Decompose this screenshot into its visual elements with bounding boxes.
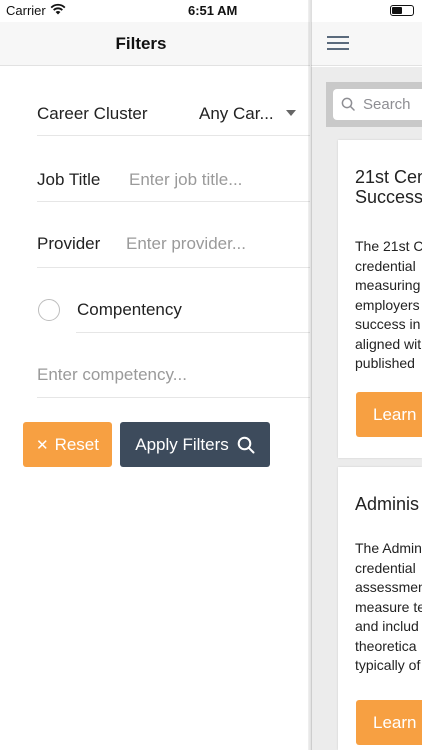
card-title: 21st Cen Success — [355, 167, 422, 207]
competency-input-row: Enter competency... — [37, 353, 310, 398]
learn-more-button[interactable]: Learn M — [356, 392, 422, 437]
career-cluster-select[interactable]: Any Car... — [199, 104, 274, 124]
job-title-label: Job Title — [37, 170, 101, 189]
search-placeholder: Search — [363, 96, 411, 113]
career-cluster-label: Career Cluster — [37, 104, 148, 123]
card-description-line: published — [355, 355, 415, 371]
competency-row[interactable]: Compentency — [76, 288, 310, 333]
status-bar: Carrier 6:51 AM — [0, 0, 422, 22]
results-header — [311, 22, 422, 66]
card-description-line: credential — [355, 257, 416, 274]
card-description-line: measure te — [355, 598, 422, 615]
card-description-line: typically of — [355, 657, 421, 673]
card-description: The Admin credential assessmen measure t… — [355, 539, 422, 676]
competency-radio[interactable] — [38, 299, 60, 321]
provider-label: Provider — [37, 234, 101, 253]
competency-label: Compentency — [77, 300, 182, 319]
job-title-row: Job Title Enter job title... — [37, 156, 310, 202]
search-bar: Search — [326, 82, 422, 127]
result-card[interactable]: Adminis The Admin credential assessmen m… — [338, 467, 422, 750]
close-icon: ✕ — [36, 436, 49, 454]
card-description-line: measuring — [355, 277, 421, 293]
wifi-icon — [50, 3, 66, 15]
apply-filters-label: Apply Filters — [135, 434, 229, 454]
battery-icon — [390, 5, 414, 16]
carrier-label: Carrier — [6, 3, 46, 18]
reset-button-label: Reset — [54, 434, 99, 454]
learn-more-button[interactable]: Learn M — [356, 700, 422, 745]
page-title: Filters — [115, 34, 167, 53]
apply-filters-button[interactable]: Apply Filters — [120, 422, 270, 467]
search-icon — [341, 97, 355, 111]
job-title-input[interactable]: Enter job title... — [129, 170, 242, 190]
card-description-line: success in — [355, 316, 421, 332]
result-card[interactable]: 21st Cen Success The 21st C credential m… — [338, 140, 422, 458]
provider-row: Provider Enter provider... — [37, 222, 310, 268]
search-icon — [237, 436, 255, 453]
card-description-line: and includ — [355, 618, 419, 634]
career-cluster-row[interactable]: Career Cluster Any Car... — [37, 90, 310, 136]
card-title: Adminis — [355, 494, 420, 514]
card-description-line: The Admin — [355, 540, 422, 556]
panel-divider — [308, 0, 312, 750]
card-description-line: theoretica — [355, 637, 417, 654]
dropdown-caret-icon[interactable] — [286, 110, 296, 116]
competency-input[interactable]: Enter competency... — [37, 365, 187, 385]
card-description-line: aligned wit — [355, 335, 422, 352]
results-panel: Search 21st Cen Success The 21st C crede… — [311, 67, 422, 750]
card-description-line: The 21st C — [355, 238, 422, 254]
card-description-line: credential — [355, 559, 416, 576]
clock: 6:51 AM — [188, 3, 238, 18]
card-description-line: assessmen — [355, 579, 422, 595]
filters-header: Filters — [0, 22, 310, 66]
learn-more-label: Learn M — [373, 713, 422, 732]
card-description: The 21st C credential measuring employer… — [355, 237, 422, 374]
card-description-line: employers — [355, 296, 420, 313]
learn-more-label: Learn M — [373, 405, 422, 424]
search-input[interactable]: Search — [333, 89, 422, 120]
provider-input[interactable]: Enter provider... — [126, 234, 246, 254]
reset-button[interactable]: ✕ Reset — [23, 422, 112, 467]
hamburger-menu-icon[interactable] — [327, 36, 349, 52]
